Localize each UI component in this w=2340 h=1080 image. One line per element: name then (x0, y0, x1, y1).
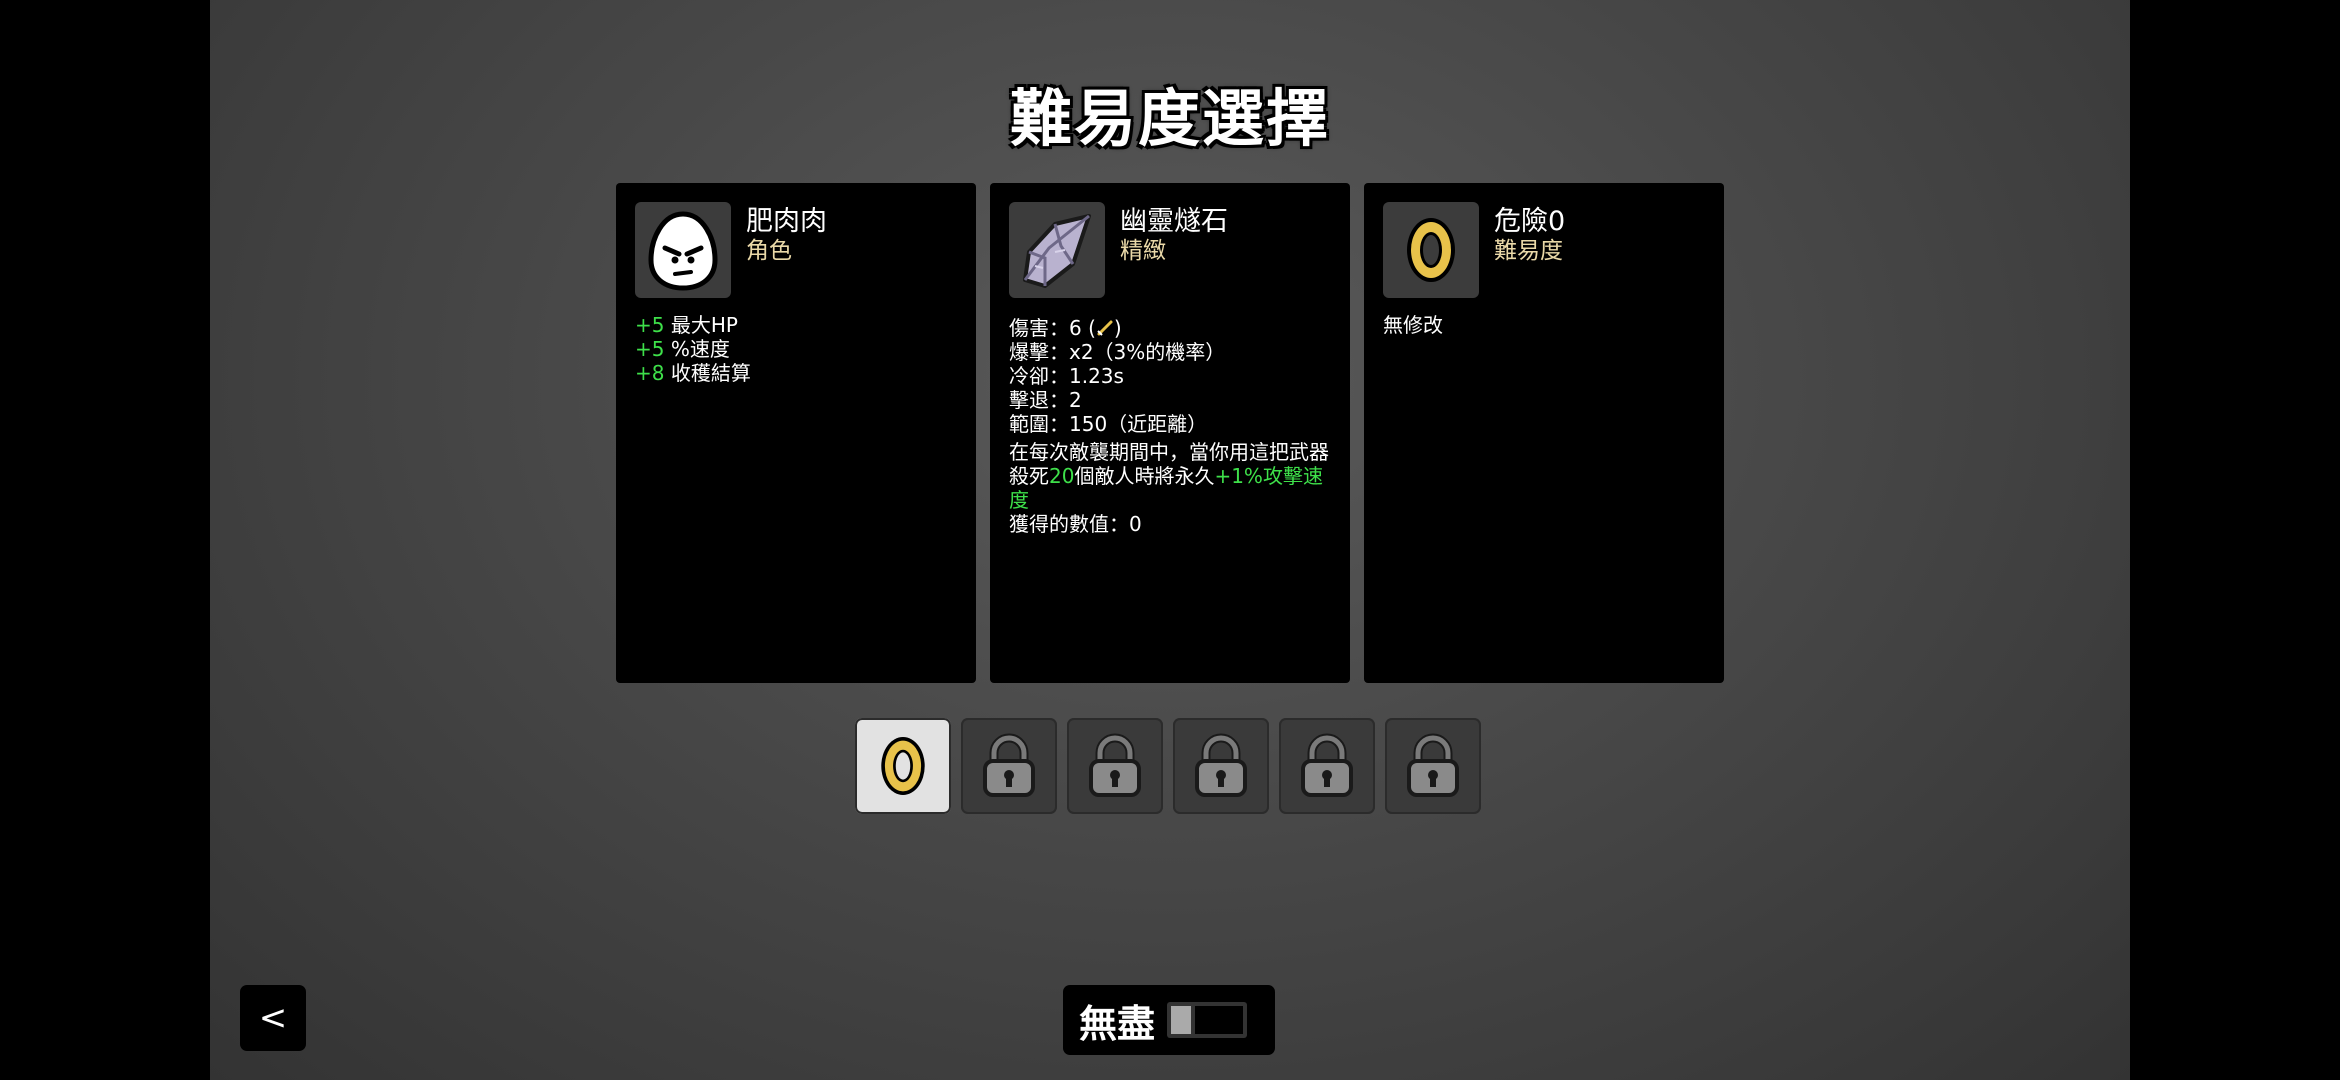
knockback-line: 擊退：2 (1009, 388, 1082, 412)
effect-line-1: 在每次敵襲期間中，當你用這把武器 (1009, 440, 1329, 464)
stat-line: +5 最大HP (635, 313, 738, 337)
brawler-face-icon (648, 211, 718, 291)
character-card: 肥肉肉 角色 +5 最大HP +5 %速度 +8 收穫結算 (616, 183, 976, 683)
danger-slot-locked[interactable] (961, 718, 1057, 814)
difficulty-card: 危險0 難易度 無修改 (1364, 183, 1724, 683)
back-button[interactable]: < (240, 985, 306, 1051)
effect-line-3: 獲得的數值：0 (1009, 512, 1142, 536)
danger-slot-locked[interactable] (1385, 718, 1481, 814)
effect-line-2: 殺死20個敵人時將永久+1%攻擊速度 (1009, 464, 1323, 512)
switch-track (1195, 1006, 1244, 1034)
stat-line: +5 %速度 (635, 337, 730, 361)
danger-0-ring-icon (881, 737, 925, 795)
ghost-flint-icon (1023, 214, 1091, 288)
danger-slot-locked[interactable] (1173, 718, 1269, 814)
page-title: 難易度選擇 (1009, 82, 1330, 155)
padlock-icon (983, 733, 1035, 797)
weapon-stats: 傷害：6 () 爆擊：x2（3%的機率） 冷卻：1.23s 擊退：2 範圍：15… (1009, 316, 1338, 536)
cooldown-line: 冷卻：1.23s (1009, 364, 1124, 388)
character-type: 角色 (746, 238, 792, 264)
difficulty-portrait (1383, 202, 1479, 298)
padlock-icon (1089, 733, 1141, 797)
danger-slot-0[interactable] (855, 718, 951, 814)
endless-switch[interactable] (1167, 1002, 1248, 1038)
difficulty-type: 難易度 (1494, 238, 1563, 264)
danger-level-selector (855, 718, 1481, 814)
weapon-portrait (1009, 202, 1105, 298)
stat-line: +8 收穫結算 (635, 361, 751, 385)
weapon-card: 幽靈燧石 精緻 傷害：6 () 爆擊：x2（3%的機率） 冷卻：1.23s 擊退… (990, 183, 1350, 683)
weapon-tier: 精緻 (1120, 238, 1166, 264)
padlock-icon (1301, 733, 1353, 797)
padlock-icon (1195, 733, 1247, 797)
padlock-icon (1407, 733, 1459, 797)
character-stats: +5 最大HP +5 %速度 +8 收穫結算 (635, 313, 964, 385)
range-line: 範圍：150（近距離） (1009, 412, 1208, 436)
switch-knob (1171, 1006, 1192, 1034)
crit-line: 爆擊：x2（3%的機率） (1009, 340, 1226, 364)
danger-0-ring-icon (1407, 218, 1455, 282)
difficulty-description: 無修改 (1383, 313, 1443, 337)
damage-line: 傷害：6 () (1009, 316, 1122, 340)
melee-damage-icon (1097, 320, 1113, 336)
character-portrait (635, 202, 731, 298)
endless-label: 無盡 (1079, 1001, 1156, 1046)
danger-slot-locked[interactable] (1279, 718, 1375, 814)
game-screen: 難易度選擇 肥肉肉 角色 +5 最大HP +5 %速度 +8 收穫結算 幽靈燧石… (210, 0, 2130, 1080)
danger-slot-locked[interactable] (1067, 718, 1163, 814)
endless-mode-toggle[interactable]: 無盡 (1063, 985, 1275, 1055)
